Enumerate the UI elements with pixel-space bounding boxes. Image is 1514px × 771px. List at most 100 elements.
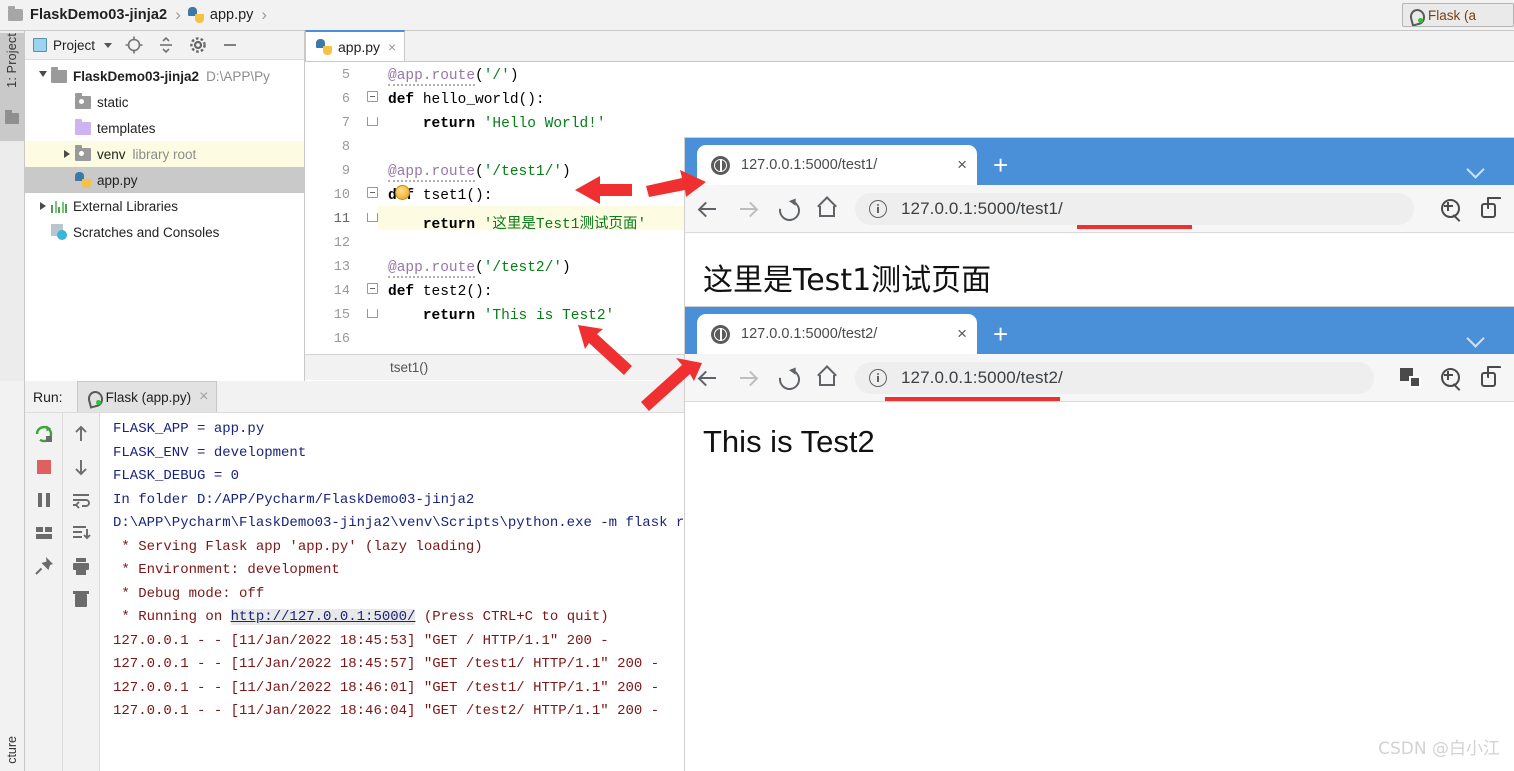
pin-icon[interactable] (33, 555, 55, 577)
run-tab-flask[interactable]: Flask (app.py) × (76, 381, 218, 412)
reload-icon[interactable] (775, 365, 801, 391)
site-info-icon[interactable] (869, 368, 887, 387)
project-folder-icon (8, 6, 23, 21)
zoom-icon[interactable] (1438, 196, 1464, 222)
favorites-folder-icon[interactable] (5, 110, 19, 124)
scratches-icon (51, 224, 67, 240)
tool-window-structure-label: cture (5, 736, 19, 764)
breadcrumb-project[interactable]: FlaskDemo03-jinja2 (30, 7, 167, 23)
tree-item-flaskdemo03-jinja2[interactable]: FlaskDemo03-jinja2 D:\APP\Py (25, 63, 304, 89)
browser2-tab-strip: 127.0.0.1:5000/test2/ × + (685, 307, 1514, 354)
run-panel-toolbar (25, 413, 100, 771)
run-configuration-selector[interactable]: Flask (a (1402, 3, 1514, 27)
line-number: 14 (333, 284, 350, 299)
layout-icon[interactable] (33, 522, 55, 544)
chevron-down-icon[interactable] (1466, 329, 1485, 348)
tool-window-button-project[interactable]: 1: Project (0, 33, 25, 141)
clear-all-icon[interactable] (70, 588, 92, 610)
tool-window-button-structure[interactable]: cture (5, 736, 19, 769)
pause-icon[interactable] (33, 489, 55, 511)
hide-panel-icon[interactable] (220, 35, 240, 55)
chevron-right-icon[interactable] (59, 150, 75, 158)
fold-marker-icon[interactable] (367, 187, 378, 198)
browser-window-test1: 127.0.0.1:5000/test1/ × + 127.0.0.1:5000… (685, 138, 1514, 314)
flask-run-icon (86, 390, 101, 405)
line-number: 7 (341, 116, 350, 131)
watermark: CSDN @白小江 (1378, 739, 1500, 759)
tree-item-label: External Libraries (73, 198, 179, 214)
browser2-tab-title: 127.0.0.1:5000/test2/ (741, 326, 878, 342)
forward-button[interactable] (735, 196, 761, 222)
line-number: 10 (333, 188, 350, 203)
zoom-icon[interactable] (1438, 365, 1464, 391)
browser2-address-bar[interactable]: 127.0.0.1:5000/test2/ (855, 361, 1374, 401)
translate-icon[interactable] (1398, 365, 1424, 391)
fold-end-icon (367, 309, 378, 318)
back-button[interactable] (695, 196, 721, 222)
fold-end-icon (367, 117, 378, 126)
code-line: @app.route('/test2/') (388, 260, 571, 278)
scroll-to-end-icon[interactable] (70, 522, 92, 544)
tree-item-venv[interactable]: venv library root (25, 141, 304, 167)
tree-item-static[interactable]: static (25, 89, 304, 115)
browser1-address-bar[interactable]: 127.0.0.1:5000/test1/ (855, 192, 1414, 229)
reload-icon[interactable] (775, 196, 801, 222)
breadcrumb-file[interactable]: app.py (210, 7, 254, 23)
back-button[interactable] (695, 365, 721, 391)
close-icon[interactable]: × (957, 324, 967, 344)
run-tab-label: Flask (app.py) (105, 389, 192, 405)
close-icon[interactable]: × (199, 388, 208, 406)
tree-item-templates[interactable]: templates (25, 115, 304, 141)
soft-wrap-icon[interactable] (70, 489, 92, 511)
close-icon[interactable]: × (957, 155, 967, 175)
browser-window-test2: 127.0.0.1:5000/test2/ × + 127.0.0.1:5000… (685, 307, 1514, 771)
line-number: 6 (341, 92, 350, 107)
folder-icon (75, 118, 91, 135)
up-arrow-icon[interactable] (70, 423, 92, 445)
tree-item-label: templates (97, 120, 156, 136)
site-info-icon[interactable] (869, 199, 887, 218)
tree-item-label: static (97, 94, 129, 110)
down-arrow-icon[interactable] (70, 456, 92, 478)
new-tab-button[interactable]: + (993, 321, 1008, 347)
chevron-right-icon[interactable] (35, 202, 51, 210)
stop-icon[interactable] (33, 456, 55, 478)
left-tool-strip-top: 1: Project (0, 31, 25, 381)
browser1-nav-bar: 127.0.0.1:5000/test1/ (685, 185, 1514, 233)
browser2-page-content: This is Test2 (685, 402, 1514, 771)
fold-marker-icon[interactable] (367, 91, 378, 102)
locate-target-icon[interactable] (124, 35, 144, 55)
browser2-toolbar-right (1384, 365, 1504, 391)
browser1-toolbar-right (1424, 196, 1504, 222)
home-icon[interactable] (815, 365, 841, 391)
run-panel-title: Run: (33, 388, 63, 405)
tree-item-subtext: D:\APP\Py (206, 68, 270, 84)
print-icon[interactable] (70, 555, 92, 577)
share-icon[interactable] (1478, 196, 1504, 222)
forward-button[interactable] (735, 365, 761, 391)
new-tab-button[interactable]: + (993, 152, 1008, 178)
chevron-down-icon[interactable] (104, 42, 113, 48)
tree-item-app-py[interactable]: app.py (25, 167, 304, 193)
rerun-icon[interactable] (33, 423, 55, 445)
editor-tab-app-py[interactable]: app.py × (305, 30, 406, 61)
tree-item-external-libraries[interactable]: External Libraries (25, 193, 304, 219)
globe-icon (711, 155, 730, 175)
browser1-page-content: 这里是Test1测试页面 (685, 233, 1514, 314)
console-url-link[interactable]: http://127.0.0.1:5000/ (230, 609, 416, 625)
collapse-all-icon[interactable] (156, 35, 176, 55)
browser1-tab[interactable]: 127.0.0.1:5000/test1/ × (697, 145, 977, 185)
chevron-down-icon[interactable] (1466, 160, 1485, 179)
tree-item-scratches-and-consoles[interactable]: Scratches and Consoles (25, 219, 304, 245)
browser2-tab[interactable]: 127.0.0.1:5000/test2/ × (697, 314, 977, 354)
share-icon[interactable] (1478, 365, 1504, 391)
close-icon[interactable]: × (388, 39, 396, 55)
intention-bulb-icon[interactable] (395, 185, 410, 200)
editor-tab-label: app.py (338, 38, 381, 55)
code-line: @app.route('/test1/') (388, 164, 571, 182)
fold-marker-icon[interactable] (367, 283, 378, 294)
chevron-down-icon[interactable] (35, 71, 51, 81)
tree-item-label: FlaskDemo03-jinja2 (73, 68, 200, 84)
gear-icon[interactable] (188, 35, 208, 55)
home-icon[interactable] (815, 196, 841, 222)
